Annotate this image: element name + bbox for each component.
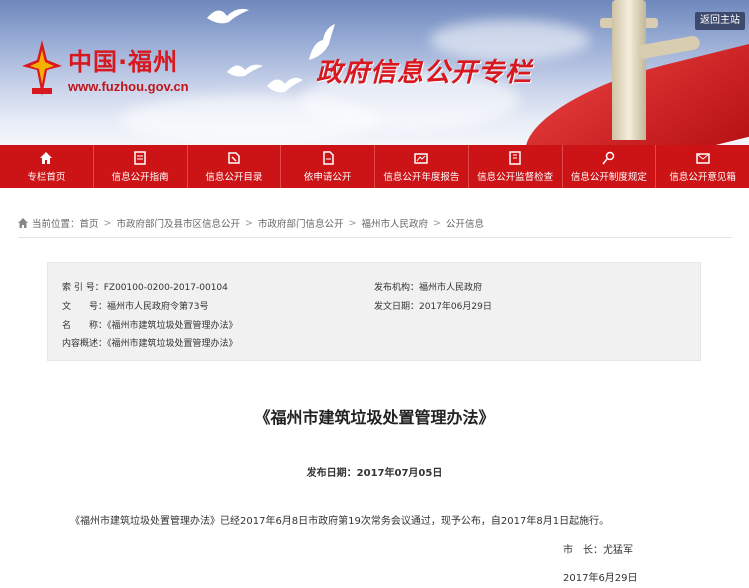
document-number-label: 文 号： [62,302,108,312]
document-name-row: 名 称：《福州市建筑垃圾处置管理办法》 [62,318,238,331]
article-title: 《福州市建筑垃圾处置管理办法》 [254,408,495,427]
header-banner: 中国·福州 www.fuzhou.gov.cn 政府信息公开专栏 返回主站 [0,0,749,145]
breadcrumb: 当前位置： 首页 > 市政府部门及县市区信息公开 > 市政府部门信息公开 > 福… [18,214,732,232]
nav-label: 信息公开制度规定 [570,171,647,183]
issuer-row: 发布机构：福州市人民政府 [374,280,482,293]
breadcrumb-separator: > [348,217,357,229]
breadcrumb-item-home[interactable]: 首页 [80,216,99,230]
nav-item-mailbox[interactable]: 信息公开意见箱 [656,145,749,188]
nav-label: 依申请公开 [303,171,352,183]
nav-item-home[interactable]: 专栏首页 [0,145,94,188]
breadcrumb-divider [18,237,732,238]
index-number-value: FZ00100-0200-2017-00104 [103,283,228,293]
issue-date-row: 发文日期：2017年06月29日 [374,299,492,312]
catalog-icon [228,151,240,164]
summary-label: 内容概述： [62,339,108,349]
nav-label: 信息公开年度报告 [383,171,460,183]
nav-item-annual-report[interactable]: 信息公开年度报告 [375,145,469,188]
index-number-row: 索 引 号：FZ00100-0200-2017-00104 [62,280,228,293]
index-number-label: 索 引 号： [62,283,104,293]
document-name-label: 名 称： [62,321,108,331]
nav-item-application[interactable]: 依申请公开 [281,145,375,188]
application-icon [322,150,334,165]
issuer-value: 福州市人民政府 [419,283,483,293]
huabiao-wing-decoration [639,34,701,60]
summary-value: 《福州市建筑垃圾处置管理办法》 [107,339,238,349]
breadcrumb-separator: > [432,217,441,229]
breadcrumb-separator: > [245,217,253,229]
nav-item-inspection[interactable]: 信息公开监督检查 [469,145,563,188]
breadcrumb-item-dept-info[interactable]: 市政府部门信息公开 [258,216,344,230]
dove-icon [207,8,249,24]
banner-title: 政府信息公开专栏 [316,58,533,88]
nav-item-guide[interactable]: 信息公开指南 [94,145,188,188]
nav-label: 信息公开监督检查 [477,171,554,183]
regulation-icon [602,151,615,164]
breadcrumb-separator: > [103,217,112,229]
main-nav: 专栏首页 信息公开指南 信息公开目录 依申请公开 信息公开年度报告 信息公开监督… [0,145,749,188]
logo-url[interactable]: www.fuzhou.gov.cn [68,79,189,94]
document-info-box: 索 引 号：FZ00100-0200-2017-00104 文 号：福州市人民政… [47,262,701,361]
issue-date-value: 2017年06月29日 [419,302,492,312]
publish-date: 发布日期：2017年07月05日 [306,468,443,479]
issuer-label: 发布机构： [374,283,420,293]
dove-icon [227,64,263,77]
home-icon [40,151,53,164]
nav-label: 信息公开意见箱 [669,171,736,183]
home-icon [18,218,28,228]
inspection-icon [509,150,521,165]
huabiao-pillar-decoration [612,0,646,140]
back-to-main-site-button[interactable]: 返回主站 [695,12,745,30]
document-number-value: 福州市人民政府令第73号 [107,302,209,312]
nav-item-catalog[interactable]: 信息公开目录 [188,145,282,188]
guide-icon [134,150,146,165]
breadcrumb-item-municipal-gov[interactable]: 福州市人民政府 [361,216,428,230]
dove-icon [267,77,303,93]
report-icon [414,152,429,164]
cloud-decoration [120,95,380,145]
fuzhou-logo-icon [22,40,62,96]
summary-row: 内容概述：《福州市建筑垃圾处置管理办法》 [62,336,238,349]
mailbox-icon [695,152,710,164]
document-number-row: 文 号：福州市人民政府令第73号 [62,299,208,312]
breadcrumb-item-county-info[interactable]: 市政府部门及县市区信息公开 [117,216,241,230]
document-name-value: 《福州市建筑垃圾处置管理办法》 [107,321,238,331]
signature: 市 长：尤猛军 [563,545,633,556]
nav-label: 专栏首页 [27,171,66,183]
nav-label: 信息公开目录 [205,171,263,183]
breadcrumb-item-public-info[interactable]: 公开信息 [446,216,484,230]
logo-text: 中国·福州 [68,48,179,76]
nav-item-regulation[interactable]: 信息公开制度规定 [563,145,657,188]
signature-date: 2017年6月29日 [563,573,638,584]
article-body: 《福州市建筑垃圾处置管理办法》已经2017年6月8日市政府第19次常务会议通过，… [70,516,610,527]
nav-label: 信息公开指南 [111,171,169,183]
issue-date-label: 发文日期： [374,302,420,312]
breadcrumb-prefix: 当前位置： [32,219,80,230]
